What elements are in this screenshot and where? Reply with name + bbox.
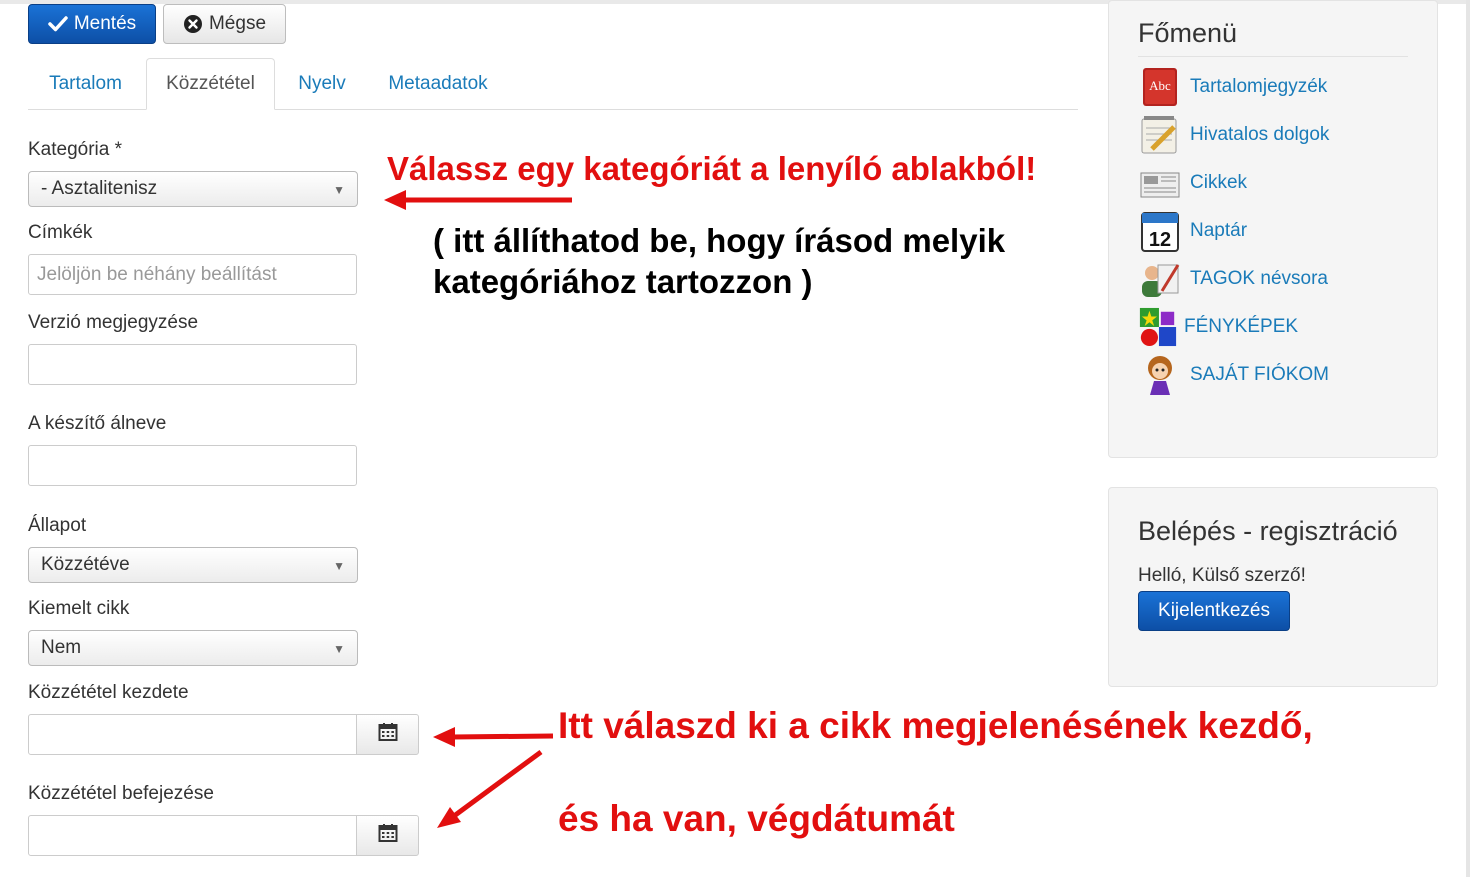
author-alias-label: A készítő álneve bbox=[28, 413, 167, 434]
chevron-down-icon: ▼ bbox=[333, 183, 345, 197]
version-note-input[interactable] bbox=[28, 344, 357, 385]
version-note-label: Verzió megjegyzése bbox=[28, 312, 199, 333]
status-label: Állapot bbox=[28, 515, 87, 536]
featured-label: Kiemelt cikk bbox=[28, 598, 130, 619]
abc-book-icon: Abc bbox=[1138, 65, 1182, 109]
svg-text:12: 12 bbox=[1149, 229, 1171, 251]
calendar-icon: 12 bbox=[1138, 209, 1182, 253]
newspaper-icon bbox=[1138, 161, 1182, 205]
publish-up-input[interactable] bbox=[28, 714, 357, 755]
login-panel-title: Belépés - regisztráció bbox=[1138, 516, 1398, 546]
menu-item-fenykepek[interactable]: FÉNYKÉPEK bbox=[1138, 305, 1298, 349]
tab-kozzetetel[interactable]: Közzététel bbox=[146, 58, 275, 110]
calendar-icon bbox=[378, 823, 398, 848]
menu-item-label: FÉNYKÉPEK bbox=[1184, 316, 1299, 337]
calendar-icon bbox=[378, 722, 398, 747]
menu-item-label: Naptár bbox=[1190, 220, 1248, 241]
close-circle-icon bbox=[183, 14, 203, 34]
menu-item-hivatalos-dolgok[interactable]: Hivatalos dolgok bbox=[1138, 113, 1329, 157]
logout-button-label: Kijelentkezés bbox=[1158, 600, 1270, 621]
shapes-icon bbox=[1138, 305, 1178, 349]
tab-tartalom[interactable]: Tartalom bbox=[28, 58, 143, 110]
category-hint-line2: kategóriához tartozzon ) bbox=[433, 263, 813, 300]
featured-select[interactable]: Nem ▼ bbox=[28, 630, 358, 666]
category-select[interactable]: - Asztalitenisz ▼ bbox=[28, 171, 358, 207]
main-menu-divider bbox=[1138, 56, 1408, 57]
save-button[interactable]: Mentés bbox=[28, 4, 156, 44]
publish-down-calendar-button[interactable] bbox=[356, 815, 419, 856]
notepad-pencil-icon bbox=[1138, 113, 1182, 157]
tags-label: Címkék bbox=[28, 222, 93, 243]
menu-item-label: Tartalomjegyzék bbox=[1190, 76, 1328, 97]
scrollbar-track[interactable] bbox=[1466, 0, 1470, 877]
publish-down-label: Közzététel befejezése bbox=[28, 783, 214, 804]
greeting-text: Helló, Külső szerző! bbox=[1138, 565, 1306, 586]
menu-item-sajat-fiokom[interactable]: SAJÁT FIÓKOM bbox=[1138, 353, 1329, 397]
cancel-button[interactable]: Mégse bbox=[163, 4, 286, 44]
category-hint-line1: ( itt állíthatod be, hogy írásod melyik bbox=[433, 222, 1006, 259]
chevron-down-icon: ▼ bbox=[333, 642, 345, 656]
tab-label: Metaadatok bbox=[388, 73, 488, 94]
menu-item-cikkek[interactable]: Cikkek bbox=[1138, 161, 1247, 205]
author-alias-input[interactable] bbox=[28, 445, 357, 486]
status-select-value: Közzétéve bbox=[41, 554, 130, 575]
menu-item-naptar[interactable]: 12 Naptár bbox=[1138, 209, 1247, 253]
members-icon bbox=[1138, 257, 1182, 301]
menu-item-label: SAJÁT FIÓKOM bbox=[1190, 364, 1330, 385]
girl-avatar-icon bbox=[1138, 353, 1182, 397]
date-hint-line2: és ha van, végdátumát bbox=[558, 798, 955, 839]
menu-item-tartalomjegyzek[interactable]: Abc Tartalomjegyzék bbox=[1138, 65, 1327, 109]
publish-up-calendar-button[interactable] bbox=[356, 714, 419, 755]
menu-item-tagok-nevsora[interactable]: TAGOK névsora bbox=[1138, 257, 1328, 301]
tags-placeholder: Jelöljön be néhány beállítást bbox=[37, 263, 277, 285]
cancel-button-label: Mégse bbox=[208, 13, 267, 34]
tags-input[interactable]: Jelöljön be néhány beállítást bbox=[28, 254, 357, 295]
logout-button[interactable]: Kijelentkezés bbox=[1138, 591, 1290, 631]
tab-metaadatok[interactable]: Metaadatok bbox=[372, 58, 504, 110]
menu-item-label: TAGOK névsora bbox=[1190, 268, 1328, 289]
tab-label: Tartalom bbox=[49, 73, 122, 94]
main-menu-title: Főmenü bbox=[1138, 18, 1238, 48]
category-label: Kategória * bbox=[28, 139, 123, 160]
svg-text:Abc: Abc bbox=[1149, 78, 1171, 93]
tab-nyelv[interactable]: Nyelv bbox=[282, 58, 362, 110]
chevron-down-icon: ▼ bbox=[333, 559, 345, 573]
publish-down-input[interactable] bbox=[28, 815, 357, 856]
category-select-value: - Asztalitenisz bbox=[41, 178, 158, 199]
publish-up-label: Közzététel kezdete bbox=[28, 682, 189, 703]
tab-label: Közzététel bbox=[166, 73, 255, 94]
tab-label: Nyelv bbox=[298, 73, 346, 94]
category-hint-annotation: Válassz egy kategóriát a lenyíló ablakbó… bbox=[387, 150, 1037, 187]
date-hint-line1: Itt válaszd ki a cikk megjelenésének kez… bbox=[558, 705, 1313, 746]
featured-select-value: Nem bbox=[41, 637, 82, 658]
menu-item-label: Hivatalos dolgok bbox=[1190, 124, 1330, 145]
checkmark-icon bbox=[48, 15, 68, 33]
status-select[interactable]: Közzétéve ▼ bbox=[28, 547, 358, 583]
save-button-label: Mentés bbox=[73, 13, 137, 34]
menu-item-label: Cikkek bbox=[1190, 172, 1248, 193]
